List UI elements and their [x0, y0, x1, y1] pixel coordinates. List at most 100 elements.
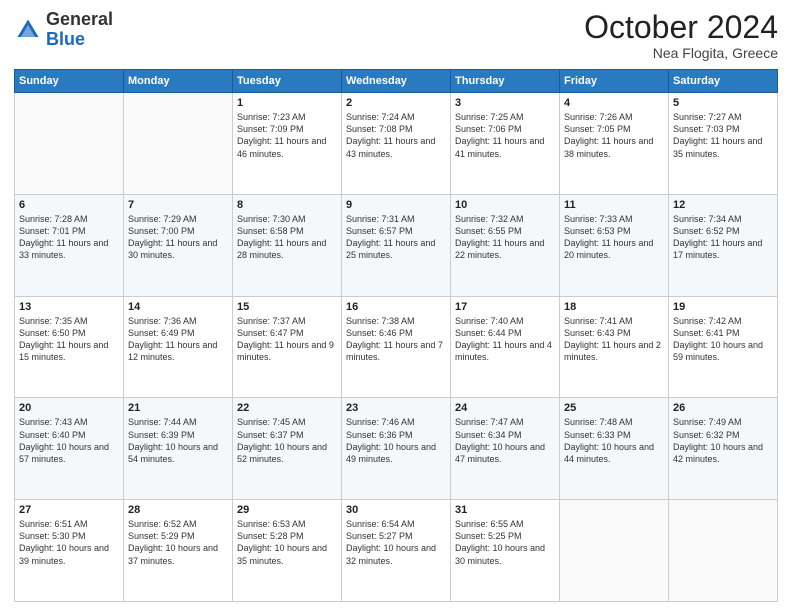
cell-info: Sunrise: 7:31 AM Sunset: 6:57 PM Dayligh…: [346, 213, 446, 262]
cell-info: Sunrise: 7:24 AM Sunset: 7:08 PM Dayligh…: [346, 111, 446, 160]
day-number: 20: [19, 402, 119, 414]
day-number: 5: [673, 97, 773, 109]
calendar-cell: 21Sunrise: 7:44 AM Sunset: 6:39 PM Dayli…: [124, 398, 233, 500]
logo: General Blue: [14, 10, 113, 50]
calendar-cell: 4 Sunrise: 7:26 AM Sunset: 7:05 PM Daylig…: [560, 93, 669, 195]
calendar-cell: 18Sunrise: 7:41 AM Sunset: 6:43 PM Dayli…: [560, 296, 669, 398]
cell-info: Sunrise: 7:40 AM Sunset: 6:44 PM Dayligh…: [455, 315, 555, 364]
location-subtitle: Nea Flogita, Greece: [584, 45, 778, 61]
calendar-week-3: 13 Sunrise: 7:35 AM Sunset: 6:50 PM Dayli…: [15, 296, 778, 398]
day-number: 3: [455, 97, 555, 109]
calendar-week-4: 20 Sunrise: 7:43 AM Sunset: 6:40 PM Dayli…: [15, 398, 778, 500]
calendar-cell: 1 Sunrise: 7:23 AM Sunset: 7:09 PM Daylig…: [233, 93, 342, 195]
calendar-cell: [124, 93, 233, 195]
calendar-cell: [15, 93, 124, 195]
calendar-cell: 26Sunrise: 7:49 AM Sunset: 6:32 PM Dayli…: [669, 398, 778, 500]
cell-info: Sunrise: 7:45 AM Sunset: 6:37 PM Dayligh…: [237, 416, 337, 465]
cell-info: Sunrise: 7:33 AM Sunset: 6:53 PM Dayligh…: [564, 213, 664, 262]
day-number: 21: [128, 402, 228, 414]
day-number: 23: [346, 402, 446, 414]
calendar-cell: 7 Sunrise: 7:29 AM Sunset: 7:00 PM Daylig…: [124, 194, 233, 296]
month-title: October 2024: [584, 10, 778, 45]
calendar-week-5: 27Sunrise: 6:51 AM Sunset: 5:30 PM Dayli…: [15, 500, 778, 602]
calendar-cell: 2 Sunrise: 7:24 AM Sunset: 7:08 PM Daylig…: [342, 93, 451, 195]
day-number: 11: [564, 199, 664, 211]
weekday-header-saturday: Saturday: [669, 70, 778, 93]
calendar-cell: 29Sunrise: 6:53 AM Sunset: 5:28 PM Dayli…: [233, 500, 342, 602]
day-number: 17: [455, 301, 555, 313]
calendar-cell: 8 Sunrise: 7:30 AM Sunset: 6:58 PM Daylig…: [233, 194, 342, 296]
cell-info: Sunrise: 7:36 AM Sunset: 6:49 PM Dayligh…: [128, 315, 228, 364]
day-number: 26: [673, 402, 773, 414]
logo-text: General Blue: [46, 10, 113, 50]
day-number: 9: [346, 199, 446, 211]
calendar-cell: 10 Sunrise: 7:32 AM Sunset: 6:55 PM Dayli…: [451, 194, 560, 296]
cell-info: Sunrise: 7:34 AM Sunset: 6:52 PM Dayligh…: [673, 213, 773, 262]
day-number: 6: [19, 199, 119, 211]
weekday-header-friday: Friday: [560, 70, 669, 93]
day-number: 7: [128, 199, 228, 211]
calendar-cell: 9 Sunrise: 7:31 AM Sunset: 6:57 PM Daylig…: [342, 194, 451, 296]
calendar-cell: 16Sunrise: 7:38 AM Sunset: 6:46 PM Dayli…: [342, 296, 451, 398]
weekday-header-row: SundayMondayTuesdayWednesdayThursdayFrid…: [15, 70, 778, 93]
calendar-cell: [669, 500, 778, 602]
day-number: 22: [237, 402, 337, 414]
day-number: 12: [673, 199, 773, 211]
day-number: 30: [346, 504, 446, 516]
cell-info: Sunrise: 7:23 AM Sunset: 7:09 PM Dayligh…: [237, 111, 337, 160]
day-number: 13: [19, 301, 119, 313]
cell-info: Sunrise: 7:42 AM Sunset: 6:41 PM Dayligh…: [673, 315, 773, 364]
cell-info: Sunrise: 7:26 AM Sunset: 7:05 PM Dayligh…: [564, 111, 664, 160]
calendar-cell: 6 Sunrise: 7:28 AM Sunset: 7:01 PM Daylig…: [15, 194, 124, 296]
calendar-cell: 23 Sunrise: 7:46 AM Sunset: 6:36 PM Dayli…: [342, 398, 451, 500]
day-number: 25: [564, 402, 664, 414]
cell-info: Sunrise: 7:47 AM Sunset: 6:34 PM Dayligh…: [455, 416, 555, 465]
weekday-header-thursday: Thursday: [451, 70, 560, 93]
day-number: 14: [128, 301, 228, 313]
calendar-cell: 19Sunrise: 7:42 AM Sunset: 6:41 PM Dayli…: [669, 296, 778, 398]
cell-info: Sunrise: 7:35 AM Sunset: 6:50 PM Dayligh…: [19, 315, 119, 364]
calendar-week-2: 6 Sunrise: 7:28 AM Sunset: 7:01 PM Daylig…: [15, 194, 778, 296]
cell-info: Sunrise: 7:46 AM Sunset: 6:36 PM Dayligh…: [346, 416, 446, 465]
cell-info: Sunrise: 6:55 AM Sunset: 5:25 PM Dayligh…: [455, 518, 555, 567]
day-number: 1: [237, 97, 337, 109]
weekday-header-wednesday: Wednesday: [342, 70, 451, 93]
calendar-week-1: 1 Sunrise: 7:23 AM Sunset: 7:09 PM Daylig…: [15, 93, 778, 195]
calendar-cell: 12 Sunrise: 7:34 AM Sunset: 6:52 PM Dayli…: [669, 194, 778, 296]
cell-info: Sunrise: 7:29 AM Sunset: 7:00 PM Dayligh…: [128, 213, 228, 262]
logo-blue: Blue: [46, 29, 85, 49]
logo-icon: [14, 16, 42, 44]
calendar-cell: 24 Sunrise: 7:47 AM Sunset: 6:34 PM Dayli…: [451, 398, 560, 500]
cell-info: Sunrise: 7:48 AM Sunset: 6:33 PM Dayligh…: [564, 416, 664, 465]
day-number: 29: [237, 504, 337, 516]
calendar-cell: 27Sunrise: 6:51 AM Sunset: 5:30 PM Dayli…: [15, 500, 124, 602]
weekday-header-monday: Monday: [124, 70, 233, 93]
calendar-cell: 13 Sunrise: 7:35 AM Sunset: 6:50 PM Dayli…: [15, 296, 124, 398]
cell-info: Sunrise: 7:30 AM Sunset: 6:58 PM Dayligh…: [237, 213, 337, 262]
day-number: 28: [128, 504, 228, 516]
cell-info: Sunrise: 6:52 AM Sunset: 5:29 PM Dayligh…: [128, 518, 228, 567]
calendar-cell: 20 Sunrise: 7:43 AM Sunset: 6:40 PM Dayli…: [15, 398, 124, 500]
header: General Blue October 2024 Nea Flogita, G…: [14, 10, 778, 61]
calendar-cell: 22 Sunrise: 7:45 AM Sunset: 6:37 PM Dayli…: [233, 398, 342, 500]
day-number: 8: [237, 199, 337, 211]
main-container: General Blue October 2024 Nea Flogita, G…: [0, 0, 792, 612]
day-number: 31: [455, 504, 555, 516]
day-number: 16: [346, 301, 446, 313]
calendar-cell: 28 Sunrise: 6:52 AM Sunset: 5:29 PM Dayli…: [124, 500, 233, 602]
cell-info: Sunrise: 7:27 AM Sunset: 7:03 PM Dayligh…: [673, 111, 773, 160]
calendar-cell: 17 Sunrise: 7:40 AM Sunset: 6:44 PM Dayli…: [451, 296, 560, 398]
cell-info: Sunrise: 7:41 AM Sunset: 6:43 PM Dayligh…: [564, 315, 664, 364]
day-number: 4: [564, 97, 664, 109]
cell-info: Sunrise: 7:43 AM Sunset: 6:40 PM Dayligh…: [19, 416, 119, 465]
logo-general: General: [46, 9, 113, 29]
day-number: 10: [455, 199, 555, 211]
cell-info: Sunrise: 7:32 AM Sunset: 6:55 PM Dayligh…: [455, 213, 555, 262]
day-number: 27: [19, 504, 119, 516]
cell-info: Sunrise: 7:25 AM Sunset: 7:06 PM Dayligh…: [455, 111, 555, 160]
day-number: 24: [455, 402, 555, 414]
cell-info: Sunrise: 7:28 AM Sunset: 7:01 PM Dayligh…: [19, 213, 119, 262]
calendar-cell: 15Sunrise: 7:37 AM Sunset: 6:47 PM Dayli…: [233, 296, 342, 398]
day-number: 2: [346, 97, 446, 109]
calendar-cell: 11 Sunrise: 7:33 AM Sunset: 6:53 PM Dayli…: [560, 194, 669, 296]
